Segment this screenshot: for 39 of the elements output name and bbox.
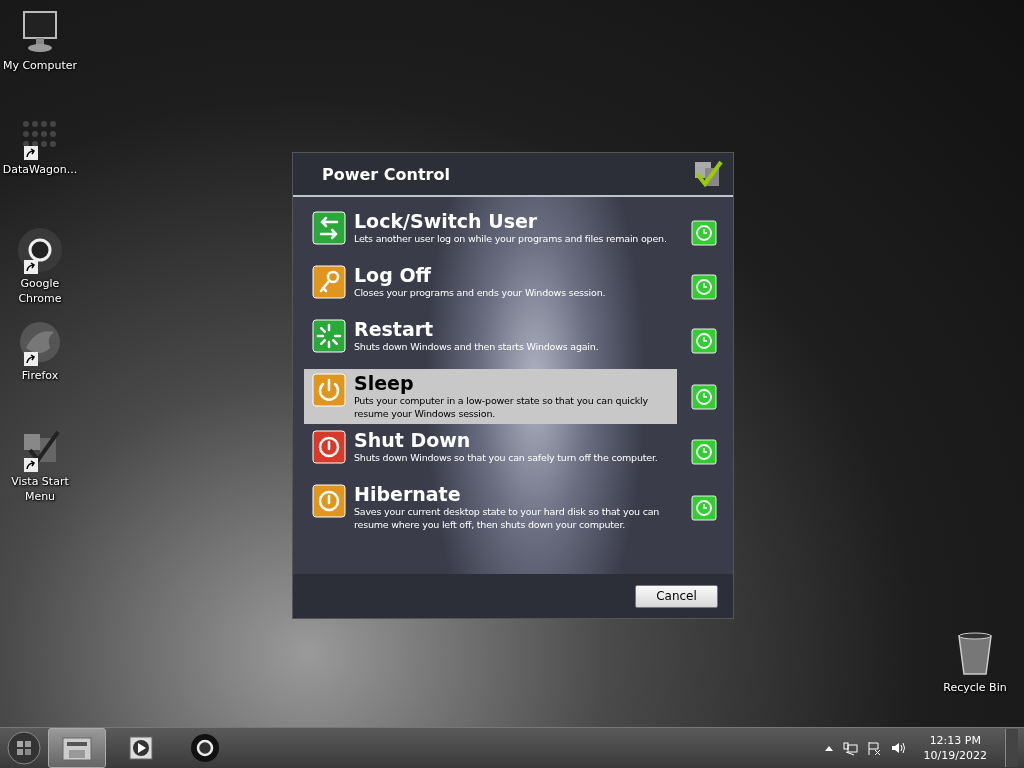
power-option[interactable]: Restart Shuts down Windows and then starts Windows again.: [304, 315, 677, 367]
power-option[interactable]: Shut Down Shuts down Windows so that you can safely turn off the computer.: [304, 426, 677, 478]
option-title: Hibernate: [354, 484, 462, 505]
power-option[interactable]: Lock/Switch User Lets another user log on while your programs and files remain open.: [304, 207, 677, 259]
option-title: Lock/Switch User: [354, 211, 539, 232]
option-title: Sleep: [354, 373, 415, 394]
desktop-icon-label[interactable]: My Computer: [2, 58, 78, 73]
power-option[interactable]: Log Off Closes your programs and ends your Windows session.: [304, 261, 677, 313]
desktop-icon-label[interactable]: Google Chrome: [0, 276, 80, 306]
cancel-button[interactable]: Cancel: [635, 584, 718, 608]
desktop-icon-label[interactable]: Firefox: [21, 368, 59, 383]
option-title: Restart: [354, 319, 435, 340]
option-description: Shuts down Windows and then starts Windows again.: [354, 340, 599, 353]
chrome-icon: [16, 226, 64, 274]
option-title: Shut Down: [354, 430, 472, 451]
speaker-icon[interactable]: [889, 740, 906, 756]
start-button[interactable]: [6, 730, 42, 766]
show-hidden-icon[interactable]: [823, 744, 834, 752]
power-option[interactable]: Sleep Puts your computer in a low-power state so that you can quickly resume your Windows session.: [304, 369, 677, 424]
timer-button[interactable]: [691, 494, 717, 521]
folder-icon[interactable]: [61, 734, 93, 762]
show-desktop-button[interactable]: [1005, 729, 1018, 767]
option-title: Log Off: [354, 265, 432, 286]
flag-icon[interactable]: [865, 740, 882, 756]
chrome-icon[interactable]: [190, 733, 220, 763]
option-description: Saves your current desktop state to your hard disk so that you can resume where you left off, then shuts down your computer.: [354, 505, 661, 531]
desktop-icon-label[interactable]: Vista Start Menu: [0, 474, 80, 504]
desktop-icon-label[interactable]: DataWagon...: [2, 162, 78, 177]
desktop-icon-label[interactable]: Recycle Bin: [943, 680, 1007, 695]
option-description: Closes your programs and ends your Windows session.: [354, 286, 606, 299]
play-icon[interactable]: [127, 734, 155, 762]
power-option[interactable]: Hibernate Saves your current desktop state to your hard disk so that you can resume where you left off, then shuts down your computer.: [304, 480, 677, 535]
timer-button[interactable]: [691, 383, 717, 410]
option-description: Lets another user log on while your programs and files remain open.: [354, 232, 667, 245]
dialog-title: Power Control: [322, 164, 450, 184]
clock[interactable]: 12:13 PM 10/19/2022: [913, 733, 997, 763]
network-icon[interactable]: [841, 740, 858, 756]
option-description: Shuts down Windows so that you can safely turn off the computer.: [354, 451, 658, 464]
option-description: Puts your computer in a low-power state so that you can quickly resume your Windows session.: [354, 394, 649, 420]
